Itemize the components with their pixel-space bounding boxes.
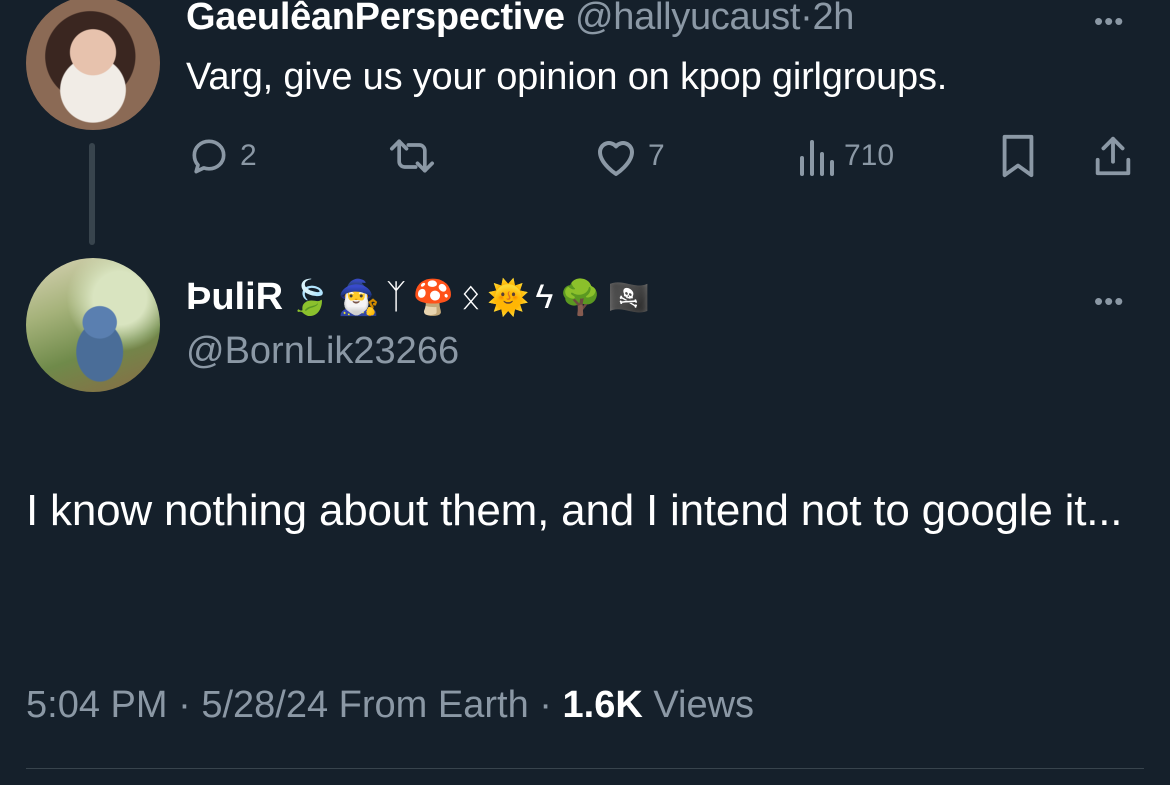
like-count: 7 [648,139,665,172]
name-emoji: 🌳 [559,278,602,317]
views-button[interactable]: 710 [796,134,894,178]
separator: · [539,684,552,726]
bookmark-button[interactable] [998,134,1038,178]
thread-line [89,143,95,245]
tweet-text: I know nothing about them, and I intend … [26,486,1123,535]
views-label: Views [653,684,755,726]
like-icon [598,141,634,176]
like-button[interactable]: 7 [592,134,665,178]
handle[interactable]: @hallyucaust [575,0,800,38]
name-emoji: 🏴‍☠️ [607,278,650,317]
more-icon[interactable]: ••• [1094,6,1124,37]
tweet-source: From Earth [338,684,529,726]
share-button[interactable] [1090,134,1136,178]
reply-button[interactable]: 2 [186,134,257,178]
name-emoji: ϟ [535,278,554,316]
name-emoji: ᛉ [385,278,407,316]
name-emoji: ᛟ [460,278,481,316]
display-name[interactable]: ÞuliR [186,276,283,319]
tweet-header: ÞuliR 🍃 🧙‍♂️ ᛉ 🍄 ᛟ 🌞 ϟ 🌳 🏴‍☠️ [186,276,650,319]
timestamp[interactable]: 2h [812,0,854,38]
handle[interactable]: @BornLik23266 [186,330,459,373]
tweet-footer: 5:04 PM · 5/28/24 From Earth · 1.6K View… [26,684,754,727]
views-count[interactable]: 1.6K [563,684,643,726]
tweet-header: GaeulêanPerspective @hallyucaust·2h [186,0,854,39]
tweet-date[interactable]: 5/28/24 [201,684,328,726]
separator: · [178,684,191,726]
retweet-icon [390,139,434,173]
name-emoji: 🧙‍♂️ [337,278,380,317]
name-emoji: 🌞 [486,278,530,317]
share-icon [1095,136,1131,176]
views-count: 710 [844,139,895,172]
avatar[interactable] [26,0,160,130]
avatar[interactable] [26,258,160,392]
retweet-button[interactable] [384,134,448,178]
reply-count: 2 [240,139,257,172]
bookmark-icon [1002,134,1034,178]
reply-icon [192,139,226,174]
display-name[interactable]: GaeulêanPerspective [186,0,565,38]
name-emoji: 🍄 [412,278,455,317]
more-icon[interactable]: ••• [1094,286,1124,317]
separator: · [800,0,813,38]
views-icon [800,140,834,176]
tweet-time[interactable]: 5:04 PM [26,684,168,726]
tweet-text: Varg, give us your opinion on kpop girlg… [186,56,948,98]
name-emoji: 🍃 [289,278,332,317]
divider [26,768,1144,769]
